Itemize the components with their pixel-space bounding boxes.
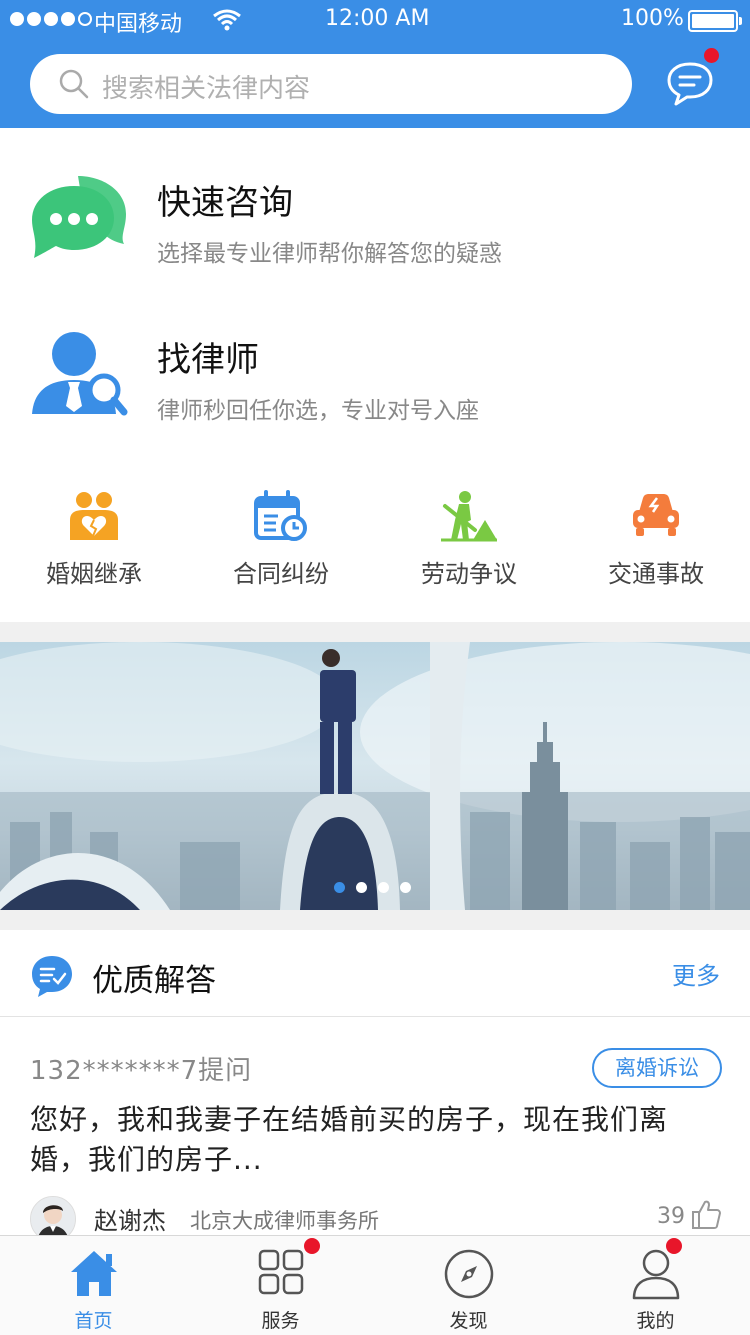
me-badge	[666, 1238, 682, 1254]
category-label: 婚姻继承	[46, 560, 142, 588]
tab-services[interactable]: 服务	[187, 1236, 374, 1335]
marriage-icon	[70, 492, 118, 540]
messages-badge	[704, 48, 719, 63]
category-tag[interactable]: 离婚诉讼	[592, 1048, 722, 1088]
banner-pager[interactable]	[334, 882, 411, 893]
section-title: 优质解答	[92, 963, 216, 999]
pager-dot-active[interactable]	[334, 882, 345, 893]
search-placeholder: 搜索相关法律内容	[102, 74, 311, 104]
thumbs-up-icon[interactable]	[690, 1198, 722, 1230]
search-input[interactable]: 搜索相关法律内容	[30, 54, 632, 114]
promo-banner[interactable]	[0, 642, 750, 910]
wifi-icon	[213, 9, 241, 31]
tab-bar: 首页 服务 发现 我的	[0, 1235, 750, 1335]
like-count: 39	[657, 1204, 685, 1229]
battery-percent: 100%	[621, 6, 684, 31]
law-firm: 北京大成律师事务所	[190, 1209, 379, 1233]
home-icon	[70, 1251, 117, 1296]
carrier-name: 中国移动	[94, 12, 183, 37]
search-icon	[59, 69, 89, 99]
tab-label: 服务	[261, 1310, 300, 1332]
grid-icon	[258, 1249, 303, 1295]
more-link[interactable]: 更多	[672, 956, 720, 991]
lawyer-name: 赵谢杰	[94, 1207, 166, 1235]
tab-label: 发现	[449, 1310, 488, 1332]
pager-dot[interactable]	[378, 882, 389, 893]
category-label: 合同纠纷	[233, 560, 329, 588]
feature-title: 快速咨询	[157, 183, 293, 223]
lawyer-search-icon	[32, 332, 128, 416]
tab-discover[interactable]: 发现	[375, 1236, 562, 1335]
section-divider	[0, 622, 750, 642]
user-icon	[632, 1249, 679, 1300]
feature-subtitle: 律师秒回任你选，专业对号入座	[157, 398, 479, 424]
compass-icon	[444, 1249, 493, 1299]
feature-subtitle: 选择最专业律师帮你解答您的疑惑	[157, 241, 502, 267]
message-icon	[667, 62, 713, 106]
tab-home[interactable]: 首页	[0, 1236, 187, 1335]
pager-dot[interactable]	[400, 882, 411, 893]
messages-button[interactable]	[664, 48, 720, 110]
chat-bubbles-icon	[32, 176, 126, 258]
section-divider	[0, 910, 750, 930]
category-label: 劳动争议	[421, 560, 517, 588]
category-labor[interactable]: 劳动争议	[375, 490, 563, 600]
header: 中国移动 12:00 AM 100% 搜索相关法律内容	[0, 0, 750, 128]
traffic-car-icon	[633, 494, 679, 536]
tab-me[interactable]: 我的	[562, 1236, 749, 1335]
question-text: 您好，我和我妻子在结婚前买的房子，现在我们离婚，我们的房子...	[30, 1103, 669, 1176]
category-label: 交通事故	[608, 560, 704, 588]
divider	[0, 1016, 750, 1017]
signal-strength-icon	[10, 12, 92, 26]
tab-label: 首页	[74, 1310, 113, 1332]
category-traffic[interactable]: 交通事故	[562, 490, 750, 600]
clock-time: 12:00 AM	[325, 6, 430, 31]
tab-label: 我的	[636, 1310, 675, 1332]
asker-label: 132*******7提问	[30, 1056, 253, 1086]
services-badge	[304, 1238, 320, 1254]
status-bar: 中国移动 12:00 AM 100%	[0, 0, 750, 40]
answers-icon	[32, 956, 72, 997]
feature-title: 找律师	[157, 340, 259, 380]
labor-worker-icon	[441, 491, 497, 542]
pager-dot[interactable]	[356, 882, 367, 893]
category-marriage[interactable]: 婚姻继承	[0, 490, 188, 600]
category-contract[interactable]: 合同纠纷	[187, 490, 375, 600]
banner-image	[0, 642, 750, 910]
battery-icon	[688, 10, 742, 32]
contract-calendar-icon	[254, 490, 307, 541]
